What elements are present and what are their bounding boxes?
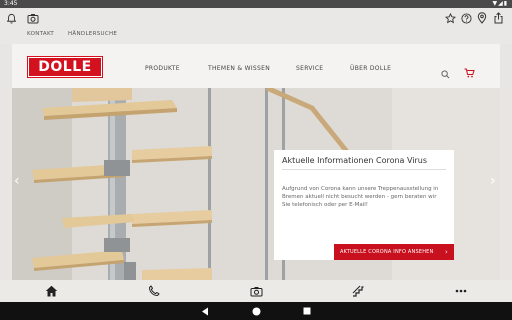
status-bar: 3:45 ▼◢▮ [0,0,512,8]
card-title: Aktuelle Informationen Corona Virus [282,156,428,165]
more-icon[interactable] [454,284,468,298]
bottom-navigation [0,280,512,302]
haendlersuche-link[interactable]: HÄNDLERSUCHE [68,31,117,37]
camera-icon[interactable] [26,11,40,25]
top-links-bar: KONTAKT HÄNDLERSUCHE [0,28,512,44]
system-status-icons: ▼◢▮ [492,0,508,7]
chevron-right-icon: › [445,248,448,256]
stairs-icon[interactable] [351,284,365,298]
site-header: DOLLE PRODUKTE THEMEN & WISSEN SERVICE Ü… [12,44,500,88]
nav-themen-wissen[interactable]: THEMEN & WISSEN [208,65,270,72]
kontakt-link[interactable]: KONTAKT [27,31,54,37]
slider-prev-arrow[interactable]: ‹ [14,174,20,188]
home-circle-icon[interactable] [251,306,261,316]
corona-info-card: Aktuelle Informationen Corona Virus Aufg… [274,150,454,260]
phone-icon[interactable] [147,284,161,298]
camera-icon[interactable] [249,284,263,298]
nav-service[interactable]: SERVICE [296,65,323,72]
recents-icon[interactable] [302,306,312,316]
search-icon[interactable] [441,64,450,83]
star-icon[interactable] [443,11,457,25]
slider-next-arrow[interactable]: › [490,174,496,188]
hero-slider: ‹ › Aktuelle Informationen Corona Virus … [12,88,500,280]
card-body-text: Aufgrund von Corona kann unsere Treppena… [282,186,439,208]
home-icon[interactable] [44,284,58,298]
dolle-logo[interactable]: DOLLE [28,57,102,77]
notification-bell-icon[interactable] [4,11,18,25]
status-time: 3:45 [4,0,18,7]
location-pin-icon[interactable] [475,11,489,25]
back-icon[interactable] [200,306,210,316]
corona-info-button-label: AKTUELLE CORONA INFO ANSEHEN [340,249,434,255]
nav-ueber-dolle[interactable]: ÜBER DOLLE [350,65,391,72]
help-icon[interactable] [459,11,473,25]
cart-icon[interactable] [464,63,475,82]
nav-produkte[interactable]: PRODUKTE [145,65,180,72]
share-icon[interactable] [491,11,505,25]
system-navigation-bar [0,302,512,320]
app-toolbar [0,8,512,28]
corona-info-button[interactable]: AKTUELLE CORONA INFO ANSEHEN › [334,244,454,260]
card-divider [282,169,446,170]
